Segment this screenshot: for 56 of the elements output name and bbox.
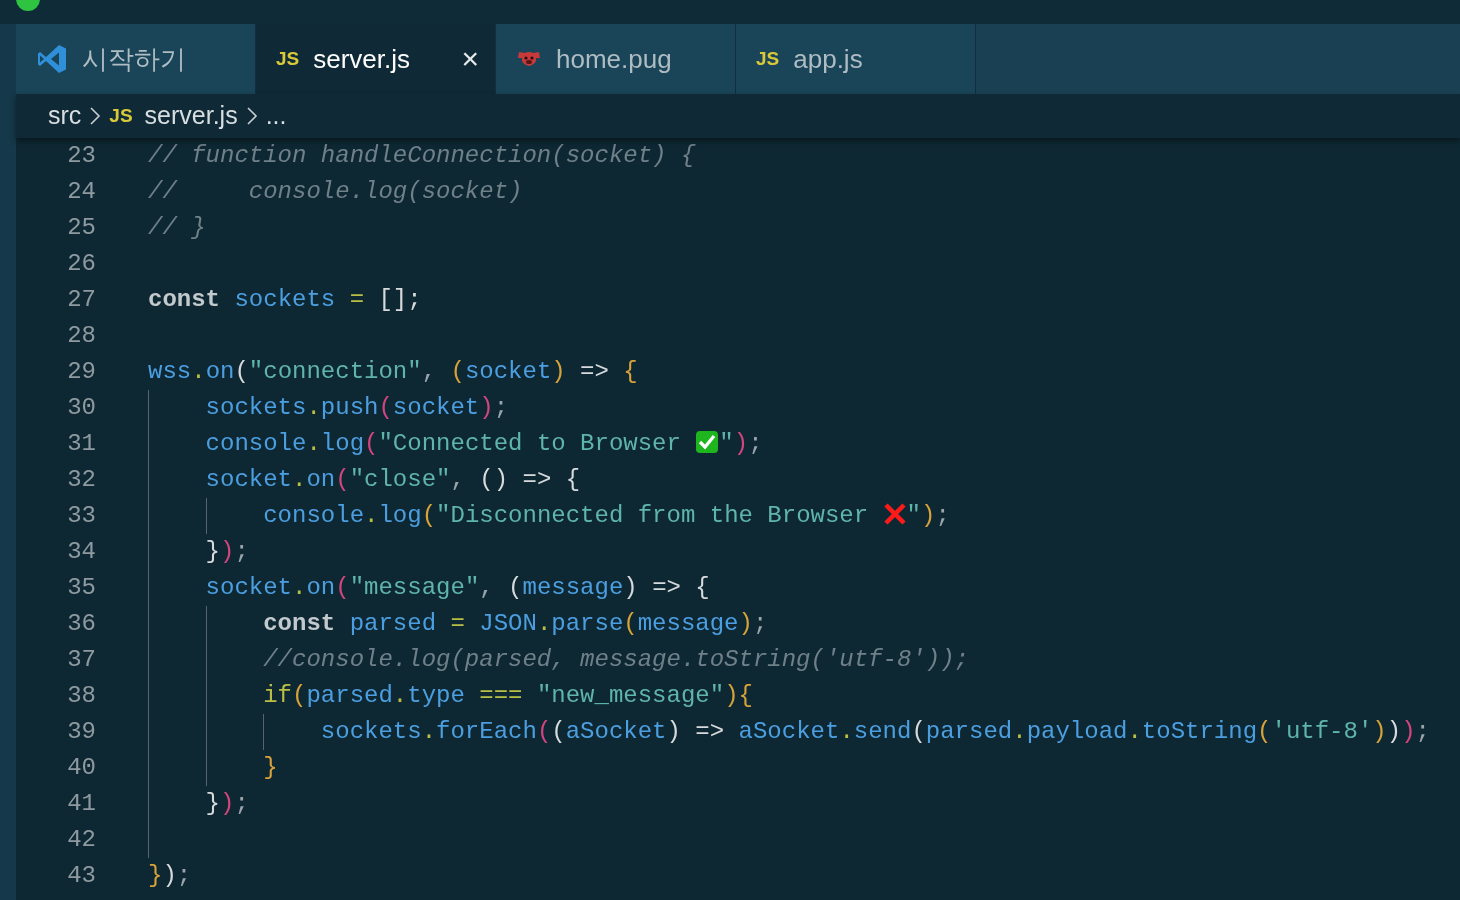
- dog-face-icon: [516, 50, 542, 68]
- code-line: });: [148, 861, 192, 891]
- line-number: 35: [66, 573, 96, 603]
- line-number: 27: [66, 285, 96, 315]
- line-number: 34: [66, 537, 96, 567]
- line-number: 43: [66, 861, 96, 891]
- chevron-right-icon: [245, 106, 258, 126]
- chevron-right-icon: [89, 106, 102, 126]
- editor-tab[interactable]: 시작하기: [16, 24, 256, 94]
- code-line: sockets.forEach((aSocket) => aSocket.send(parsed.payload.toString('utf-8')));: [319, 717, 1430, 747]
- code-line: sockets.push(socket);: [204, 393, 509, 423]
- editor-tab[interactable]: JS app.js: [736, 24, 976, 94]
- checkmark-icon: [695, 430, 720, 454]
- line-number: 32: [66, 465, 96, 495]
- code-line: if(parsed.type === "new_message"){: [262, 681, 753, 711]
- line-number: 31: [66, 429, 96, 459]
- breadcrumb-item[interactable]: server.js: [144, 97, 238, 135]
- line-number: 40: [66, 753, 96, 783]
- cross-mark-icon: [882, 502, 907, 526]
- editor-tab[interactable]: JS server.js ×: [256, 24, 496, 94]
- line-number: 39: [66, 717, 96, 747]
- code-line: // console.log(socket): [148, 177, 523, 207]
- code-line: // function handleConnection(socket) {: [148, 141, 696, 171]
- code-line: });: [204, 789, 249, 819]
- line-number: 42: [66, 825, 96, 855]
- code-line: //console.log(parsed, message.toString('utf-8'));: [262, 645, 969, 675]
- code-line: // }: [148, 213, 206, 243]
- line-number: 23: [66, 141, 96, 171]
- code-line: }: [262, 753, 278, 783]
- line-number: 33: [66, 501, 96, 531]
- code-line: socket.on("message", (message) => {: [204, 573, 710, 603]
- line-number: 24: [66, 177, 96, 207]
- code-line: wss.on("connection", (socket) => {: [148, 357, 638, 387]
- js-file-icon: JS: [276, 44, 300, 74]
- code-line: const parsed = JSON.parse(message);: [262, 609, 768, 639]
- code-line: });: [204, 537, 249, 567]
- line-number: 26: [66, 249, 96, 279]
- line-number: 41: [66, 789, 96, 819]
- line-number: 29: [66, 357, 96, 387]
- breadcrumb-item[interactable]: src: [48, 97, 82, 135]
- line-number: 28: [66, 321, 96, 351]
- js-file-icon: JS: [109, 101, 133, 131]
- code-line: socket.on("close", () => {: [204, 465, 581, 495]
- line-number: 37: [66, 645, 96, 675]
- line-number: 25: [66, 213, 96, 243]
- close-icon[interactable]: ×: [461, 44, 479, 74]
- code-line: const sockets = [];: [148, 285, 422, 315]
- line-number: 38: [66, 681, 96, 711]
- line-number: 36: [66, 609, 96, 639]
- line-number: 30: [66, 393, 96, 423]
- editor-tab[interactable]: home.pug: [496, 24, 736, 94]
- breadcrumb-item[interactable]: ...: [265, 97, 287, 135]
- logo-icon: [36, 43, 68, 75]
- code-line: console.log("Disconnected from the Browser ");: [262, 501, 950, 531]
- code-line: console.log("Connected to Browser ");: [204, 429, 763, 459]
- js-file-icon: JS: [756, 44, 780, 74]
